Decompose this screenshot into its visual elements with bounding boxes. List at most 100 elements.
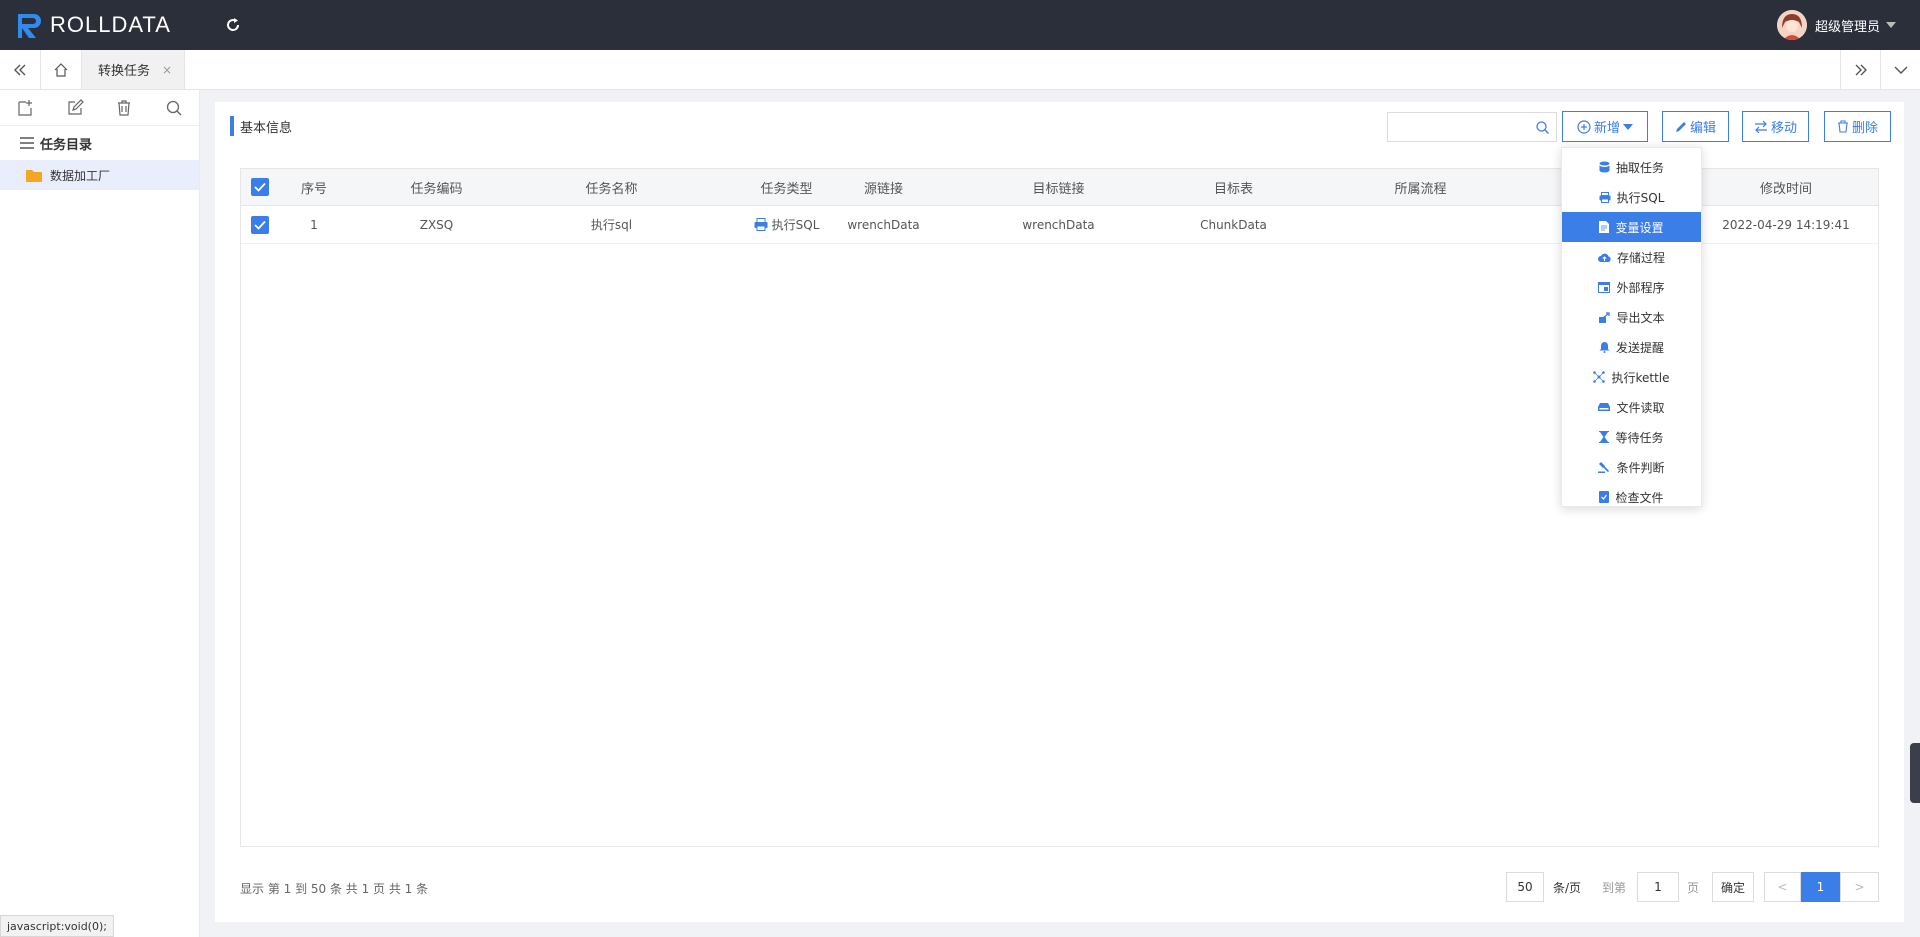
cell-target: wrenchData <box>1022 217 1095 232</box>
row-select-cell <box>241 206 279 243</box>
column-header[interactable]: 任务编码 <box>349 169 524 205</box>
menu-item-external-program[interactable]: 外部程序 <box>1562 272 1701 302</box>
drive-icon <box>1598 403 1611 411</box>
menu-item-wait-task[interactable]: 等待任务 <box>1562 422 1701 452</box>
menu-item-check-file[interactable]: 检查文件 <box>1562 482 1701 512</box>
menu-item-extract-task[interactable]: 抽取任务 <box>1562 152 1701 182</box>
add-dropdown-menu: 抽取任务 执行SQL 变量设置 存储过程 外部程序 导出文本 发送提醒 执行ke… <box>1561 147 1702 507</box>
cell-code: ZXSQ <box>419 217 454 232</box>
scroll-tabs-right-button[interactable] <box>1840 50 1880 90</box>
menu-item-file-read[interactable]: 文件读取 <box>1562 392 1701 422</box>
delete-button-label: 删除 <box>1851 121 1878 136</box>
menu-item-send-reminder[interactable]: 发送提醒 <box>1562 332 1701 362</box>
column-header[interactable]: 源链接 <box>796 169 971 205</box>
check-icon <box>254 220 266 230</box>
select-all-checkbox[interactable] <box>251 178 269 196</box>
edit-button[interactable]: 编辑 <box>1662 111 1729 142</box>
sidebar-toolbar <box>0 90 199 126</box>
printer-icon <box>1599 191 1611 203</box>
column-header[interactable]: 序号 <box>279 169 349 205</box>
section-title-label: 基本信息 <box>240 120 293 136</box>
edit-icon <box>68 98 84 115</box>
scroll-tabs-left-button[interactable] <box>0 50 41 89</box>
section-title: 基本信息 <box>230 116 292 136</box>
menu-item-execute-sql[interactable]: 执行SQL <box>1562 182 1701 212</box>
edit-node-button[interactable] <box>50 90 100 126</box>
current-page-button[interactable]: 1 <box>1801 872 1840 902</box>
column-header[interactable]: 目标表 <box>1146 169 1321 205</box>
menu-item-export-text[interactable]: 导出文本 <box>1562 302 1701 332</box>
file-check-icon <box>1599 491 1610 503</box>
tree-node-data-factory[interactable]: 数据加工厂 <box>0 160 199 190</box>
double-chevron-left-icon <box>14 64 26 75</box>
delete-node-button[interactable] <box>100 90 150 126</box>
export-icon <box>1599 311 1611 323</box>
goto-page-input[interactable]: 1 <box>1637 872 1679 902</box>
goto-label: 到第 <box>1602 880 1627 895</box>
menu-item-condition[interactable]: 条件判断 <box>1562 452 1701 482</box>
search-input[interactable] <box>1388 113 1528 141</box>
column-header[interactable]: 任务名称 <box>524 169 699 205</box>
column-header[interactable]: 修改时间 <box>1701 169 1871 205</box>
prev-page-button[interactable]: < <box>1764 872 1801 902</box>
cloud-upload-icon <box>1597 253 1611 262</box>
tree-node-label: 数据加工厂 <box>50 168 111 183</box>
cell-index: 1 <box>310 217 318 232</box>
column-header[interactable]: 所属流程 <box>1333 169 1508 205</box>
tree-title: 任务目录 <box>0 126 199 160</box>
menu-item-stored-procedure[interactable]: 存储过程 <box>1562 242 1701 272</box>
user-name: 超级管理员 <box>1814 19 1880 35</box>
menu-icon <box>20 137 34 149</box>
menu-item-execute-kettle[interactable]: 执行kettle <box>1562 362 1701 392</box>
logo[interactable]: ROLLDATA <box>14 10 171 40</box>
title-accent-bar <box>230 116 234 136</box>
tabs-menu-button[interactable] <box>1880 50 1920 90</box>
top-header: ROLLDATA 超级管理员 <box>0 0 1920 50</box>
page-label: 页 <box>1687 880 1700 895</box>
tab-transform-task[interactable]: 转换任务 × <box>82 50 186 89</box>
move-button-label: 移动 <box>1770 121 1797 136</box>
new-file-icon <box>18 99 32 116</box>
search-icon[interactable] <box>1535 120 1550 135</box>
delete-button[interactable]: 删除 <box>1824 111 1891 142</box>
document-icon <box>1599 221 1610 233</box>
column-header[interactable]: 目标链接 <box>971 169 1146 205</box>
tree-title-label: 任务目录 <box>40 137 93 153</box>
sidebar: 任务目录 数据加工厂 <box>0 90 200 937</box>
browser-status-bar: javascript:void(0); <box>0 915 114 937</box>
move-button[interactable]: 移动 <box>1742 111 1809 142</box>
menu-item-variable-settings[interactable]: 变量设置 <box>1562 212 1701 242</box>
add-button[interactable]: 新增 <box>1562 111 1648 142</box>
edit-button-label: 编辑 <box>1689 121 1716 136</box>
avatar <box>1776 10 1807 40</box>
select-all-cell <box>241 169 279 205</box>
tab-label: 转换任务 <box>98 64 151 79</box>
home-tab-button[interactable] <box>41 50 82 89</box>
page-size-select[interactable]: 50 <box>1506 872 1544 902</box>
chevron-down-icon <box>1894 66 1907 74</box>
trash-icon <box>1837 120 1848 133</box>
hourglass-icon <box>1599 431 1610 443</box>
cell-process <box>1333 206 1508 243</box>
side-drawer-handle[interactable] <box>1910 743 1920 803</box>
printer-icon <box>754 218 768 231</box>
cell-target-table: ChunkData <box>1200 217 1267 232</box>
logo-mark-icon <box>14 10 44 40</box>
cell-name: 执行sql <box>590 218 633 232</box>
next-page-button[interactable]: > <box>1840 872 1879 902</box>
bell-icon <box>1599 342 1610 353</box>
pencil-icon <box>1675 121 1686 132</box>
close-icon[interactable]: × <box>162 63 172 77</box>
add-node-button[interactable] <box>0 90 50 126</box>
check-icon <box>254 182 266 192</box>
row-checkbox[interactable] <box>251 215 269 234</box>
chevron-down-icon <box>1886 22 1896 28</box>
gavel-icon <box>1598 462 1610 473</box>
window-icon <box>1598 281 1611 293</box>
user-menu[interactable]: 超级管理员 <box>1776 10 1896 40</box>
search-node-button[interactable] <box>149 90 199 126</box>
pagination-info: 显示 第 1 到 50 条 共 1 页 共 1 条 <box>240 882 429 896</box>
refresh-button[interactable] <box>221 13 245 37</box>
trash-icon <box>118 99 131 116</box>
goto-confirm-button[interactable]: 确定 <box>1712 872 1754 902</box>
